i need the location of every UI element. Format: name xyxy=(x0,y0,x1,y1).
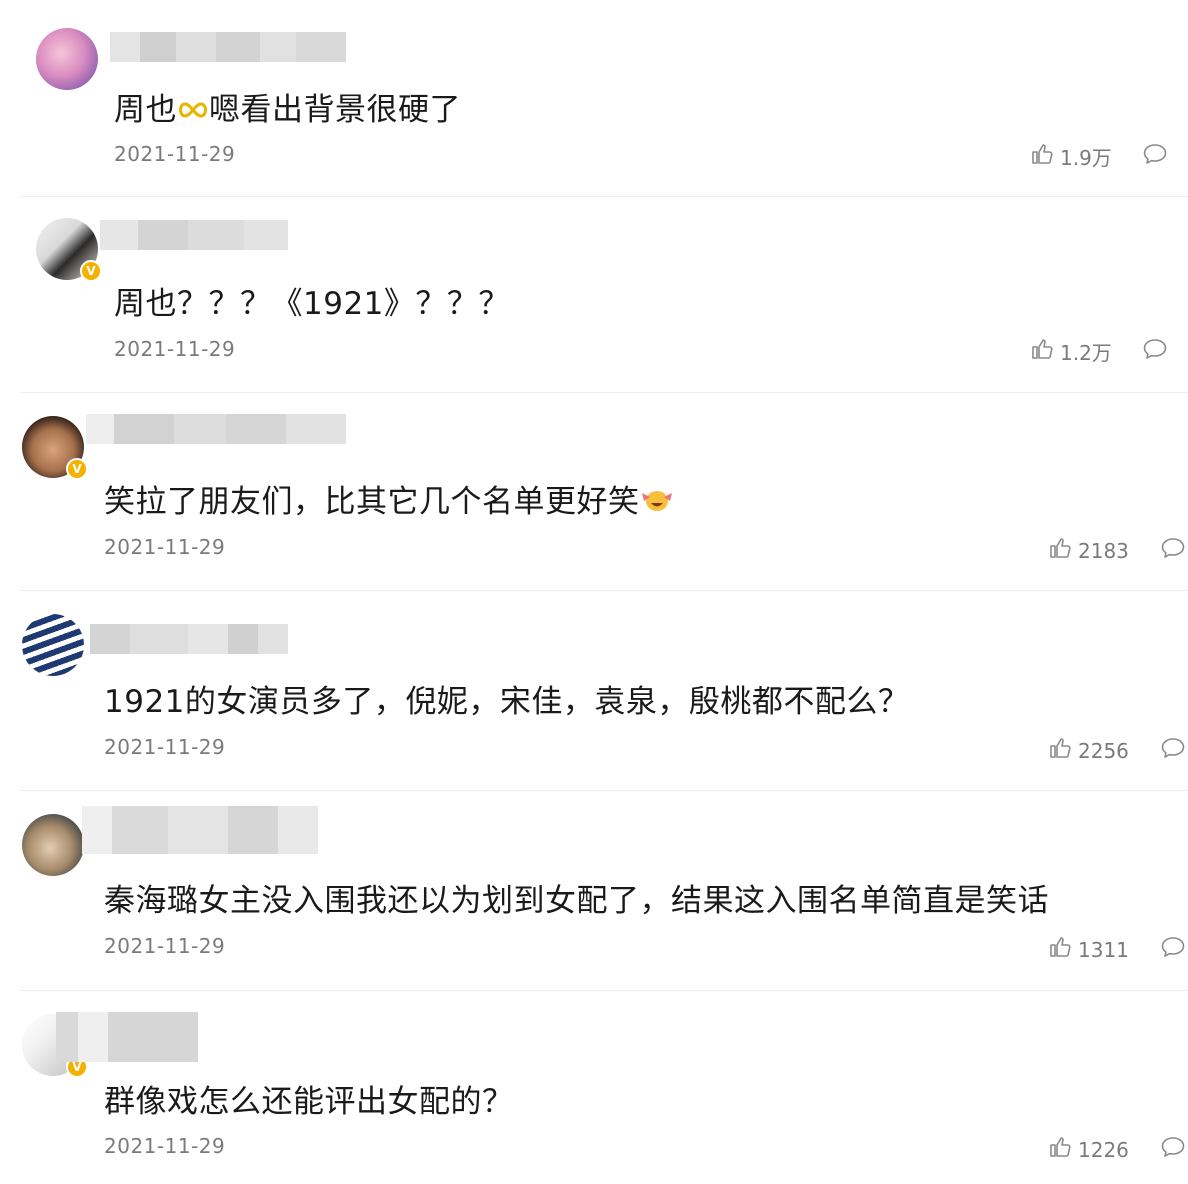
username-blurred[interactable] xyxy=(86,414,346,444)
comment-text: 笑拉了朋友们，比其它几个名单更好笑 xyxy=(104,476,674,523)
thumbs-up-icon xyxy=(1030,337,1054,366)
divider xyxy=(20,196,1188,197)
avatar[interactable] xyxy=(22,814,84,876)
verified-badge-icon: V xyxy=(66,458,88,480)
divider xyxy=(20,990,1188,991)
comment-date: 2021-11-29 xyxy=(104,735,226,759)
comment-text: 秦海璐女主没入围我还以为划到女配了，结果这入围名单简直是笑话 xyxy=(104,883,1049,919)
like-button[interactable]: 1311 xyxy=(1048,935,1129,964)
comment-text: 周也？？？《1921》？？？ xyxy=(114,286,510,322)
username-blurred[interactable] xyxy=(100,220,288,250)
infinity-emoji-icon xyxy=(177,94,209,130)
like-button[interactable]: 2183 xyxy=(1048,536,1129,565)
thumbs-up-icon xyxy=(1048,1135,1072,1164)
reply-button[interactable] xyxy=(1160,1135,1186,1159)
comment-date: 2021-11-29 xyxy=(114,142,236,166)
thumbs-up-icon xyxy=(1030,142,1054,171)
divider xyxy=(20,392,1188,393)
comment-bubble-icon xyxy=(1160,937,1186,963)
comment-date: 2021-11-29 xyxy=(104,535,226,559)
username-blurred[interactable] xyxy=(90,624,288,654)
thumbs-up-icon xyxy=(1048,536,1072,565)
reply-button[interactable] xyxy=(1142,337,1168,361)
username-blurred[interactable] xyxy=(110,32,346,62)
reply-button[interactable] xyxy=(1142,142,1168,166)
comment-bubble-icon xyxy=(1160,738,1186,764)
comment-text: 群像戏怎么还能评出女配的？ xyxy=(104,1084,514,1120)
avatar[interactable]: V xyxy=(22,416,88,480)
reply-button[interactable] xyxy=(1160,736,1186,760)
username-blurred[interactable] xyxy=(56,1012,198,1062)
username-blurred[interactable] xyxy=(82,806,318,854)
divider xyxy=(20,790,1188,791)
comment-bubble-icon xyxy=(1160,1137,1186,1163)
verified-badge-icon: V xyxy=(80,260,102,282)
comment-date: 2021-11-29 xyxy=(104,1134,226,1158)
thumbs-up-icon xyxy=(1048,736,1072,765)
reply-button[interactable] xyxy=(1160,935,1186,959)
like-count: 1311 xyxy=(1078,937,1129,962)
avatar[interactable] xyxy=(36,28,98,90)
laugh-cry-emoji-icon xyxy=(640,485,674,523)
like-button[interactable]: 2256 xyxy=(1048,736,1129,765)
comment-bubble-icon xyxy=(1142,144,1168,170)
comment-bubble-icon xyxy=(1160,538,1186,564)
reply-button[interactable] xyxy=(1160,536,1186,560)
comment-text: 周也 嗯看出背景很硬了 xyxy=(114,92,461,130)
comment-text: 1921的女演员多了，倪妮，宋佳，袁泉，殷桃都不配么？ xyxy=(104,684,910,720)
like-button[interactable]: 1.9万 xyxy=(1030,142,1112,171)
divider xyxy=(20,590,1188,591)
comment-date: 2021-11-29 xyxy=(114,337,236,361)
like-button[interactable]: 1226 xyxy=(1048,1135,1129,1164)
like-count: 1.2万 xyxy=(1060,341,1112,365)
like-button[interactable]: 1.2万 xyxy=(1030,337,1112,366)
like-count: 1.9万 xyxy=(1060,146,1112,170)
like-count: 2183 xyxy=(1078,538,1129,563)
like-count: 1226 xyxy=(1078,1137,1129,1162)
comment-date: 2021-11-29 xyxy=(104,934,226,958)
avatar[interactable] xyxy=(22,614,84,676)
like-count: 2256 xyxy=(1078,738,1129,763)
avatar[interactable]: V xyxy=(36,218,102,282)
comment-bubble-icon xyxy=(1142,339,1168,365)
thumbs-up-icon xyxy=(1048,935,1072,964)
